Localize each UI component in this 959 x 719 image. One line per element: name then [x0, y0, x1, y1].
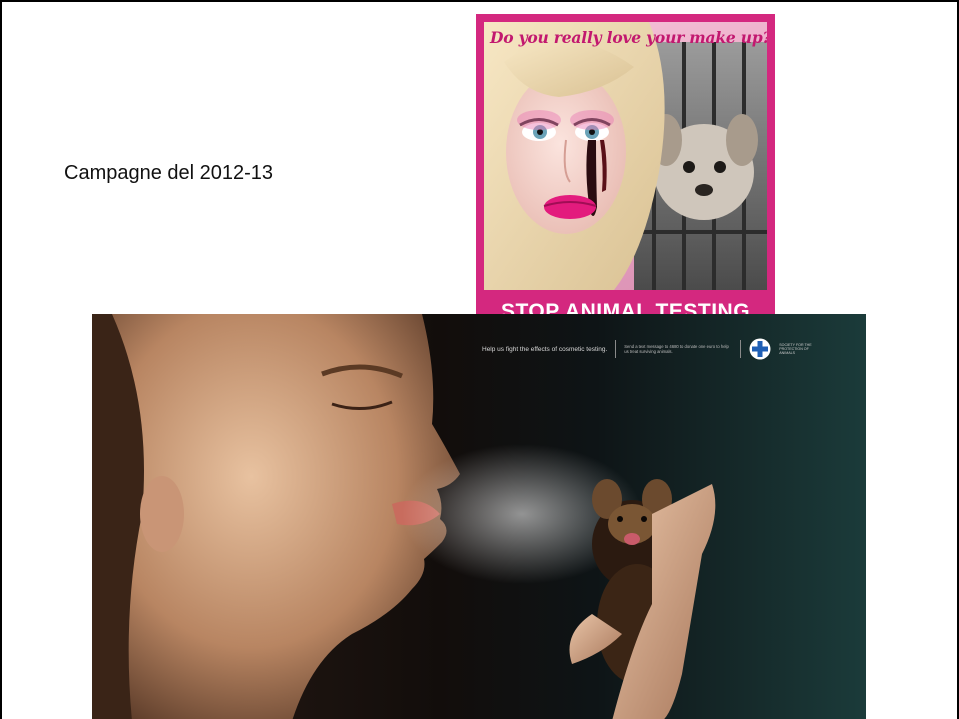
blue-cross-icon	[749, 338, 771, 360]
poster-dark: Help us fight the effects of cosmetic te…	[92, 314, 866, 719]
woman-and-puppy-illustration	[484, 22, 767, 290]
poster-pink-headline: Do you really love your make up?	[490, 28, 767, 47]
slide: Campagne del 2012-13 Do you really love …	[0, 0, 959, 719]
poster-dark-tagline-row: Help us fight the effects of cosmetic te…	[482, 336, 813, 362]
woman-spray-puppy-photo	[92, 314, 716, 719]
poster-dark-tagline: Help us fight the effects of cosmetic te…	[482, 345, 608, 353]
poster-pink-artwork: Do you really love your make up?	[484, 22, 767, 290]
poster-dark-donation-text: Send a text message to 4680 to donate on…	[624, 343, 729, 354]
slide-caption: Campagne del 2012-13	[64, 162, 274, 184]
poster-pink: Do you really love your make up? STOP AN…	[476, 14, 775, 334]
divider	[740, 340, 742, 358]
divider	[615, 340, 617, 358]
poster-dark-org-name: SOCIETY FOR THE PROTECTION OF ANIMALS	[779, 342, 812, 356]
